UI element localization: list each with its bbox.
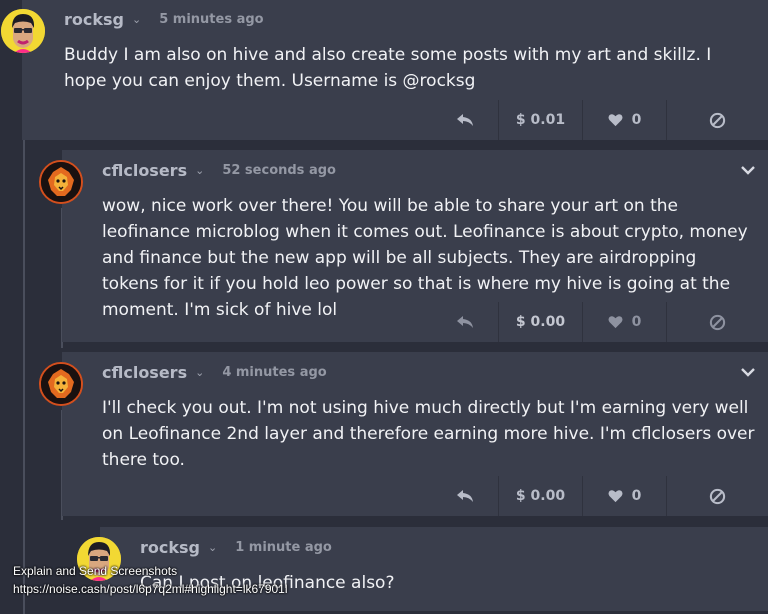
collapse-toggle[interactable] [740, 160, 756, 179]
reply-button[interactable] [62, 302, 498, 342]
action-bar: $ 0.00 0 [62, 476, 768, 516]
payout-amount: $ 0.00 [515, 314, 566, 330]
lion-logo-icon[interactable] [39, 160, 83, 204]
watermark-line-2: https://noise.cash/post/l6p7q2ml#highlig… [13, 582, 288, 596]
chevron-down-icon[interactable]: ⌄ [195, 164, 204, 177]
chevron-down-icon[interactable]: ⌄ [208, 541, 217, 554]
block-icon [709, 112, 726, 128]
payout-amount: $ 0.00 [515, 488, 566, 504]
chevron-down-icon [741, 166, 755, 175]
timestamp[interactable]: 1 minute ago [235, 540, 332, 555]
timestamp[interactable]: 4 minutes ago [222, 365, 326, 380]
like-count: 0 [631, 112, 642, 128]
comment-body: I'll check you out. I'm not using hive m… [102, 398, 755, 470]
payout-amount: $ 0.01 [515, 112, 566, 128]
comment-card: cflclosers ⌄ 4 minutes ago I'll check yo… [39, 352, 768, 516]
reply-icon [457, 490, 473, 502]
comment-body: Buddy I am also on hive and also create … [64, 45, 712, 91]
payout-value[interactable]: $ 0.01 [498, 100, 582, 140]
reply-button[interactable] [62, 476, 498, 516]
username[interactable]: cflclosers [102, 161, 187, 180]
chevron-down-icon[interactable]: ⌄ [195, 366, 204, 379]
block-icon [709, 314, 726, 330]
flag-button[interactable] [666, 100, 768, 140]
like-count: 0 [631, 488, 642, 504]
payout-value[interactable]: $ 0.00 [498, 302, 582, 342]
cartoon-face-icon[interactable] [1, 9, 45, 53]
reply-button[interactable] [22, 100, 498, 140]
flag-button[interactable] [666, 476, 768, 516]
comment-card: rocksg ⌄ 5 minutes ago Buddy I am also o… [1, 0, 768, 140]
flag-button[interactable] [666, 302, 768, 342]
like-button[interactable]: 0 [582, 476, 666, 516]
reply-icon [457, 316, 473, 328]
like-button[interactable]: 0 [582, 302, 666, 342]
comment-card: rocksg ⌄ 1 minute ago Can I post on leof… [77, 527, 768, 611]
chevron-down-icon [741, 368, 755, 377]
payout-value[interactable]: $ 0.00 [498, 476, 582, 516]
collapse-toggle[interactable] [740, 362, 756, 381]
username[interactable]: rocksg [64, 10, 124, 29]
comment-meta: rocksg ⌄ 1 minute ago [140, 538, 332, 557]
comment-meta: rocksg ⌄ 5 minutes ago [64, 10, 264, 29]
like-button[interactable]: 0 [582, 100, 666, 140]
action-bar: $ 0.01 0 [22, 100, 768, 140]
action-bar: $ 0.00 0 [62, 302, 768, 342]
timestamp[interactable]: 5 minutes ago [159, 12, 263, 27]
timestamp[interactable]: 52 seconds ago [222, 163, 336, 178]
lion-logo-icon[interactable] [39, 362, 83, 406]
watermark-line-1: Explain and Send Screenshots [13, 564, 178, 578]
heart-icon [608, 316, 623, 329]
username[interactable]: rocksg [140, 538, 200, 557]
heart-icon [608, 114, 623, 127]
reply-icon [457, 114, 473, 126]
chevron-down-icon[interactable]: ⌄ [132, 13, 141, 26]
username[interactable]: cflclosers [102, 363, 187, 382]
like-count: 0 [631, 314, 642, 330]
block-icon [709, 488, 726, 504]
comment-meta: cflclosers ⌄ 52 seconds ago [102, 161, 336, 180]
heart-icon [608, 490, 623, 503]
comment-meta: cflclosers ⌄ 4 minutes ago [102, 363, 327, 382]
comment-card: cflclosers ⌄ 52 seconds ago wow, nice wo… [39, 150, 768, 342]
